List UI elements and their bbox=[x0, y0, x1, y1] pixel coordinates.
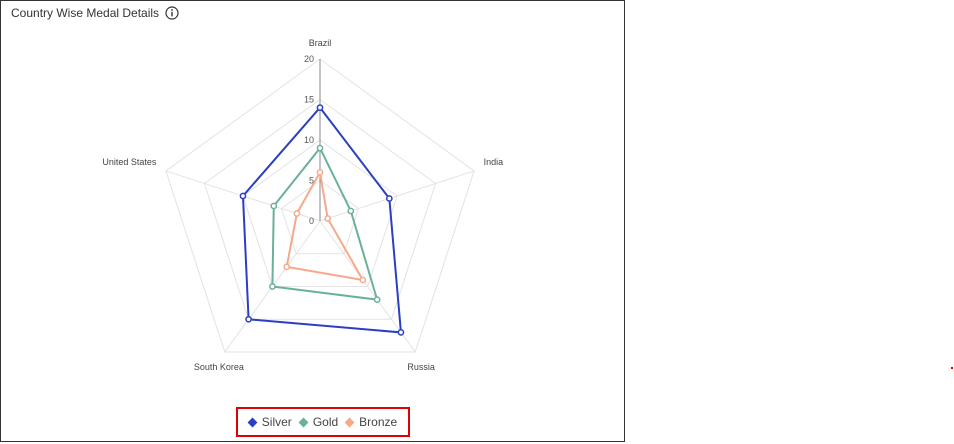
data-point-gold bbox=[270, 202, 278, 210]
data-point-bronze bbox=[324, 215, 332, 222]
chart-legend: Silver Gold Bronze bbox=[236, 407, 410, 437]
data-point-gold bbox=[316, 144, 324, 152]
data-point-bronze bbox=[359, 276, 367, 284]
category-label: Brazil bbox=[309, 38, 332, 48]
stray-mark bbox=[951, 367, 953, 369]
legend-label: Silver bbox=[261, 415, 292, 429]
data-point-gold bbox=[373, 296, 381, 303]
legend-label: Bronze bbox=[359, 415, 398, 429]
tick-label: 0 bbox=[309, 216, 314, 226]
data-point-bronze bbox=[316, 169, 324, 176]
legend-marker-icon bbox=[344, 417, 355, 427]
legend-marker-icon bbox=[247, 417, 258, 427]
chart-card: Country Wise Medal Details 0 5 10 15 20 Brazi… bbox=[0, 0, 625, 442]
legend-item-bronze[interactable]: Bronze bbox=[344, 415, 398, 429]
data-point-silver bbox=[397, 329, 405, 336]
category-label: Russia bbox=[407, 362, 435, 372]
data-point-gold bbox=[347, 207, 355, 215]
category-label: India bbox=[484, 157, 504, 167]
data-point-silver bbox=[385, 195, 393, 202]
data-point-silver bbox=[239, 192, 247, 200]
category-label: United States bbox=[102, 157, 157, 167]
data-point-silver bbox=[245, 315, 252, 323]
legend-marker-icon bbox=[298, 417, 309, 427]
legend-label: Gold bbox=[312, 415, 339, 429]
data-point-silver bbox=[316, 104, 324, 111]
data-point-bronze bbox=[293, 210, 301, 217]
legend-item-silver[interactable]: Silver bbox=[247, 415, 292, 429]
tick-label: 10 bbox=[304, 135, 314, 145]
data-point-bronze bbox=[283, 263, 291, 271]
radar-chart: 05101520BrazilIndiaRussiaSouth KoreaUnit… bbox=[102, 38, 504, 372]
tick-label: 15 bbox=[304, 95, 314, 105]
tick-label: 20 bbox=[304, 54, 314, 64]
category-label: South Korea bbox=[194, 362, 244, 372]
data-point-gold bbox=[269, 283, 276, 290]
legend-item-gold[interactable]: Gold bbox=[298, 415, 339, 429]
